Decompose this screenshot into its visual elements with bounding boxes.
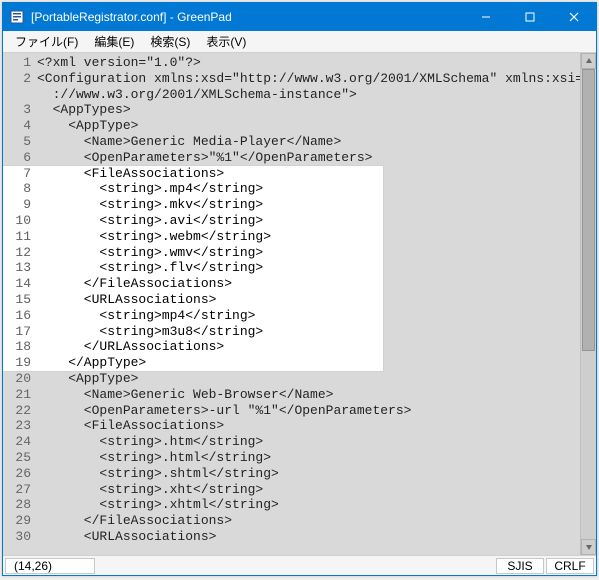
line-number: 21 (3, 387, 31, 403)
code-line[interactable]: <string>m3u8</string> (37, 324, 580, 340)
code-line[interactable]: <string>.flv</string> (37, 260, 580, 276)
line-number: 23 (3, 418, 31, 434)
line-number: 8 (3, 181, 31, 197)
maximize-button[interactable] (508, 3, 552, 31)
scroll-down-button[interactable] (581, 539, 596, 555)
line-number: 27 (3, 482, 31, 498)
code-line[interactable]: <AppType> (37, 118, 580, 134)
line-number: 22 (3, 403, 31, 419)
line-number: 3 (3, 102, 31, 118)
line-number: 2 (3, 71, 31, 87)
status-cursor-pos: (14,26) (5, 558, 95, 574)
code-line[interactable]: <string>.xhtml</string> (37, 497, 580, 513)
menu-search[interactable]: 検索(S) (142, 31, 198, 52)
line-number: 7 (3, 166, 31, 182)
code-line[interactable]: <AppTypes> (37, 102, 580, 118)
line-number: 18 (3, 339, 31, 355)
line-number: 16 (3, 308, 31, 324)
code-line[interactable]: <AppType> (37, 371, 580, 387)
text-editor[interactable]: 1234567891011121314151617181920212223242… (3, 53, 580, 555)
line-number-gutter: 1234567891011121314151617181920212223242… (3, 55, 37, 555)
line-number: 10 (3, 213, 31, 229)
app-icon (9, 9, 25, 25)
code-line[interactable]: <string>.avi</string> (37, 213, 580, 229)
line-number: 13 (3, 260, 31, 276)
code-line[interactable]: <string>.xht</string> (37, 482, 580, 498)
code-line[interactable]: <OpenParameters>"%1"</OpenParameters> (37, 150, 580, 166)
minimize-button[interactable] (464, 3, 508, 31)
code-line[interactable]: <string>.webm</string> (37, 229, 580, 245)
menu-view[interactable]: 表示(V) (198, 31, 254, 52)
menubar: ファイル(F) 編集(E) 検索(S) 表示(V) (3, 31, 596, 53)
close-button[interactable] (552, 3, 596, 31)
line-number: 9 (3, 197, 31, 213)
code-line[interactable]: <FileAssociations> (37, 418, 580, 434)
line-number: 26 (3, 466, 31, 482)
line-number: 17 (3, 324, 31, 340)
line-number: 4 (3, 118, 31, 134)
scroll-up-button[interactable] (581, 53, 596, 69)
code-line[interactable]: <URLAssociations> (37, 292, 580, 308)
statusbar: (14,26) SJIS CRLF (3, 555, 596, 575)
line-number: 6 (3, 150, 31, 166)
code-line[interactable]: <Name>Generic Media-Player</Name> (37, 134, 580, 150)
code-line[interactable]: </FileAssociations> (37, 276, 580, 292)
code-line[interactable]: </AppType> (37, 355, 580, 371)
status-eol[interactable]: CRLF (546, 558, 594, 574)
window-title: [PortableRegistrator.conf] - GreenPad (31, 10, 464, 24)
code-line[interactable]: <string>.shtml</string> (37, 466, 580, 482)
code-line[interactable]: <string>mp4</string> (37, 308, 580, 324)
code-line[interactable]: <string>.html</string> (37, 450, 580, 466)
line-number (3, 87, 31, 103)
code-line[interactable]: <Configuration xmlns:xsd="http://www.w3.… (37, 71, 580, 87)
line-number: 20 (3, 371, 31, 387)
code-line[interactable]: <string>.htm</string> (37, 434, 580, 450)
code-line[interactable]: <?xml version="1.0"?> (37, 55, 580, 71)
menu-edit[interactable]: 編集(E) (86, 31, 142, 52)
line-number: 30 (3, 529, 31, 545)
line-number: 29 (3, 513, 31, 529)
line-number: 28 (3, 497, 31, 513)
titlebar[interactable]: [PortableRegistrator.conf] - GreenPad (3, 3, 596, 31)
line-number: 14 (3, 276, 31, 292)
code-line[interactable]: <string>.wmv</string> (37, 245, 580, 261)
line-number: 19 (3, 355, 31, 371)
scroll-track[interactable] (581, 69, 596, 539)
line-number: 1 (3, 55, 31, 71)
line-number: 5 (3, 134, 31, 150)
line-number: 25 (3, 450, 31, 466)
code-line[interactable]: </FileAssociations> (37, 513, 580, 529)
line-number: 11 (3, 229, 31, 245)
code-line[interactable]: <FileAssociations> (37, 166, 580, 182)
app-window: [PortableRegistrator.conf] - GreenPad ファ… (2, 2, 597, 576)
code-line[interactable]: <string>.mkv</string> (37, 197, 580, 213)
scroll-thumb[interactable] (582, 69, 595, 351)
status-encoding[interactable]: SJIS (496, 558, 544, 574)
code-line[interactable]: <OpenParameters>-url "%1"</OpenParameter… (37, 403, 580, 419)
code-line[interactable]: <string>.mp4</string> (37, 181, 580, 197)
code-line[interactable]: ://www.w3.org/2001/XMLSchema-instance"> (37, 87, 580, 103)
code-line[interactable]: <URLAssociations> (37, 529, 580, 545)
code-content[interactable]: <?xml version="1.0"?><Configuration xmln… (37, 55, 580, 555)
line-number: 24 (3, 434, 31, 450)
line-number: 12 (3, 245, 31, 261)
line-number: 15 (3, 292, 31, 308)
vertical-scrollbar[interactable] (580, 53, 596, 555)
menu-file[interactable]: ファイル(F) (7, 31, 86, 52)
code-line[interactable]: </URLAssociations> (37, 339, 580, 355)
code-line[interactable]: <Name>Generic Web-Browser</Name> (37, 387, 580, 403)
editor-area: 1234567891011121314151617181920212223242… (3, 53, 596, 555)
